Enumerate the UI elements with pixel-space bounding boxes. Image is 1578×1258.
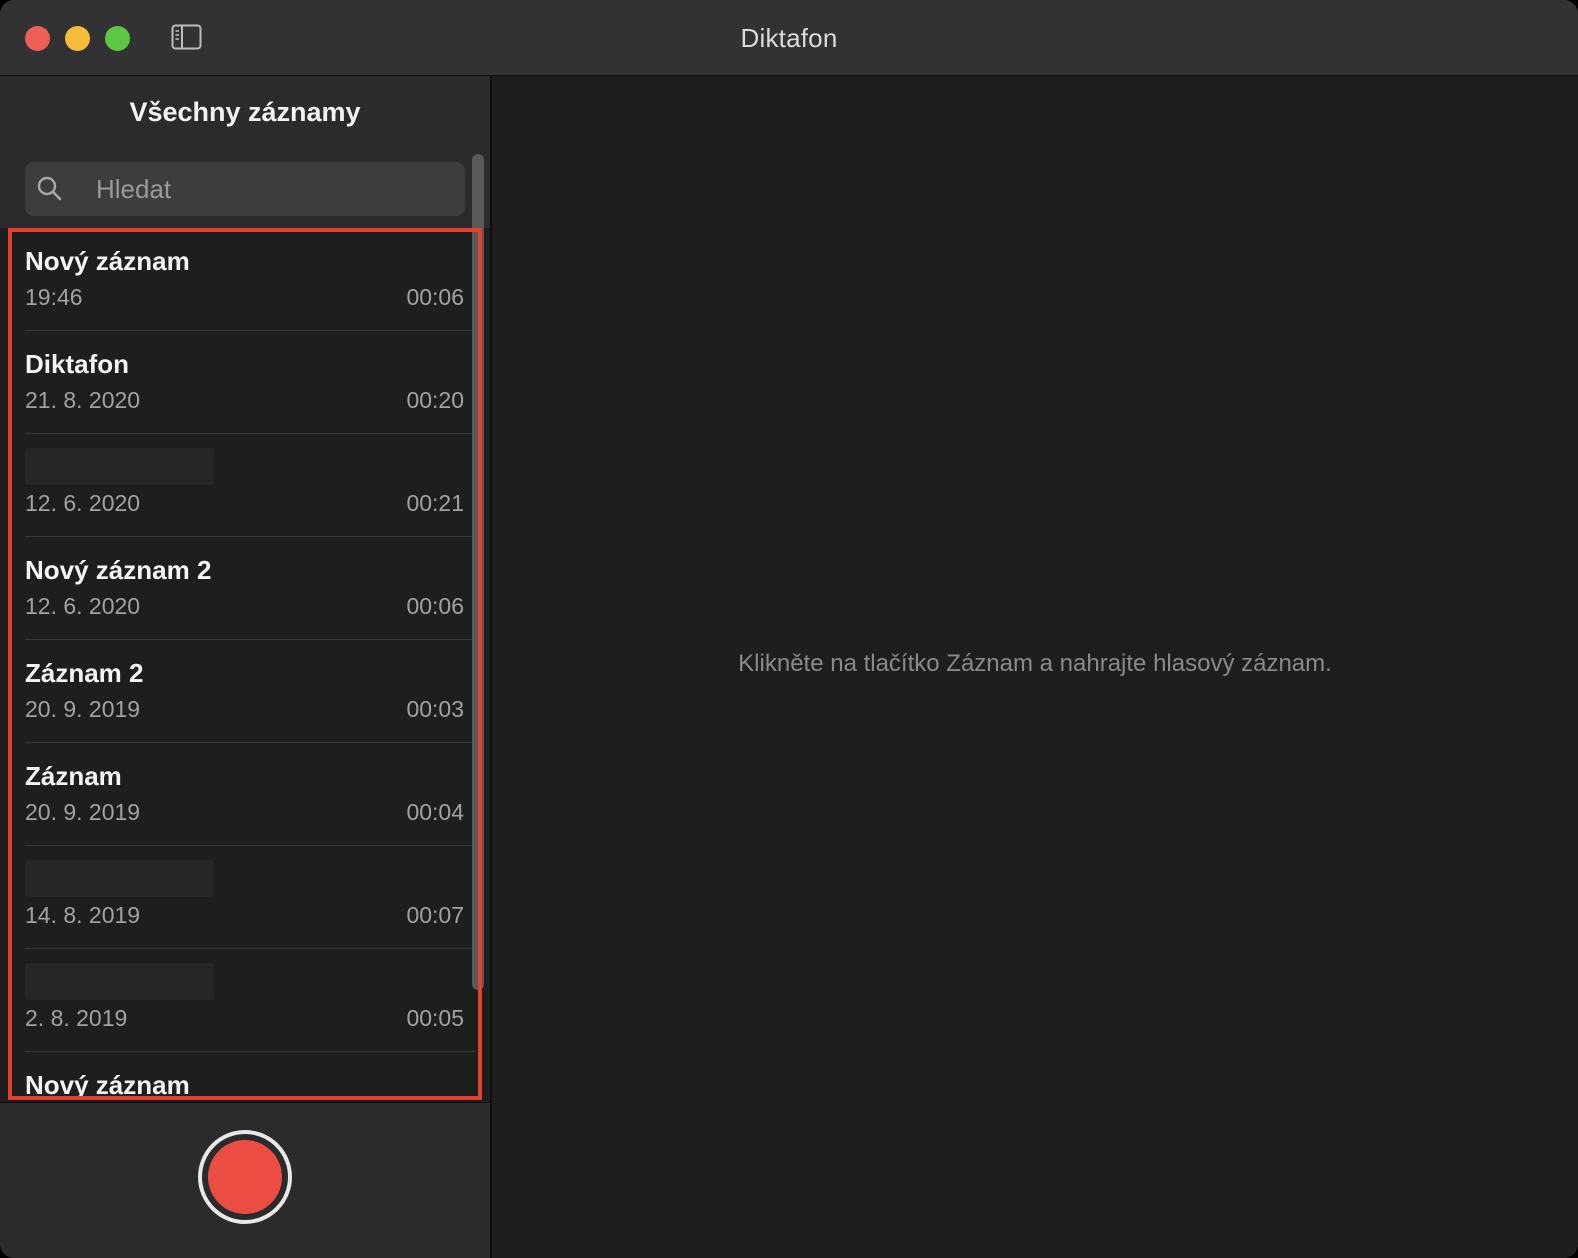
recording-row[interactable]: Záznam 20. 9. 2019 00:04: [0, 743, 476, 846]
recording-row[interactable]: Nový záznam: [0, 1052, 476, 1102]
recording-row[interactable]: Nový záznam 19:46 00:06: [0, 228, 476, 331]
recording-duration: 00:04: [406, 799, 464, 825]
empty-state-message: Klikněte na tlačítko Záznam a nahrajte h…: [738, 650, 1332, 677]
recording-title: Nový záznam 2: [25, 555, 212, 585]
recordings-list[interactable]: Nový záznam 19:46 00:06 Diktafon 21. 8. …: [0, 228, 490, 1102]
window-title: Diktafon: [740, 23, 838, 53]
recording-title: Nový záznam: [25, 246, 190, 276]
recording-date: 20. 9. 2019: [25, 799, 141, 825]
redacted-title: [25, 448, 214, 485]
search-icon: [37, 176, 62, 201]
recording-row[interactable]: Záznam 2 20. 9. 2019 00:03: [0, 640, 476, 743]
recording-row[interactable]: Diktafon 21. 8. 2020 00:20: [0, 331, 476, 434]
recording-title: Diktafon: [25, 349, 129, 379]
recording-date: 19:46: [25, 284, 83, 310]
search-field[interactable]: Hledat: [25, 162, 465, 216]
recording-duration: 00:06: [406, 593, 464, 619]
recording-date: 20. 9. 2019: [25, 696, 141, 722]
recording-row[interactable]: 12. 6. 2020 00:21: [0, 434, 476, 537]
recording-duration: 00:05: [406, 1005, 464, 1031]
redacted-title: [25, 963, 214, 1000]
recording-duration: 00:06: [406, 284, 464, 310]
record-button[interactable]: [198, 1130, 292, 1224]
sidebar: Všechny záznamy Hledat Nový záznam 19:46…: [0, 76, 492, 1258]
recording-date: 2. 8. 2019: [25, 1005, 128, 1031]
recording-title: Záznam: [25, 761, 122, 791]
title-bar: Diktafon: [0, 0, 1578, 76]
recording-date: 12. 6. 2020: [25, 593, 141, 619]
recording-row[interactable]: Nový záznam 2 12. 6. 2020 00:06: [0, 537, 476, 640]
recording-date: 21. 8. 2020: [25, 387, 141, 413]
recording-duration: 00:07: [406, 902, 464, 928]
recording-date: 12. 6. 2020: [25, 490, 141, 516]
record-icon: [208, 1140, 282, 1214]
recording-duration: 00:20: [406, 387, 464, 413]
recording-row[interactable]: 2. 8. 2019 00:05: [0, 949, 476, 1052]
recording-row[interactable]: 14. 8. 2019 00:07: [0, 846, 476, 949]
list-scrollbar[interactable]: [472, 154, 484, 990]
search-input[interactable]: Hledat: [96, 174, 171, 205]
recording-title: Záznam 2: [25, 658, 144, 688]
record-bar: [0, 1102, 490, 1258]
redacted-title: [25, 860, 214, 897]
sidebar-title: Všechny záznamy: [129, 97, 361, 127]
recording-duration: 00:21: [406, 490, 464, 516]
detail-pane: Klikněte na tlačítko Záznam a nahrajte h…: [492, 76, 1578, 1258]
app-window: Diktafon Všechny záznamy Hledat Nový záz…: [0, 0, 1578, 1258]
recording-title: Nový záznam: [25, 1070, 190, 1100]
recording-date: 14. 8. 2019: [25, 902, 141, 928]
recording-duration: 00:03: [406, 696, 464, 722]
sidebar-header: Všechny záznamy Hledat: [0, 76, 490, 228]
